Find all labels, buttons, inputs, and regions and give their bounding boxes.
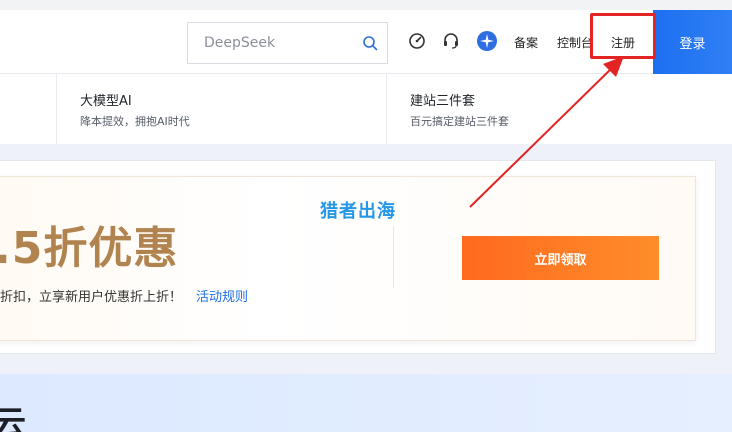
section-band bbox=[0, 374, 732, 432]
subnav-item-title: 大模型AI bbox=[80, 94, 132, 109]
subnav-item-desc: 降本提效，拥抱AI时代 bbox=[80, 115, 190, 128]
subnav-item-desc: 百元搞定建站三件套 bbox=[410, 115, 509, 128]
subnav-divider bbox=[386, 74, 387, 144]
promo-divider bbox=[393, 226, 394, 288]
watermark-text: 猎者出海 bbox=[320, 201, 396, 222]
promo-subtitle: 折扣，立享新用户优惠折上折！ bbox=[0, 290, 183, 305]
search-box[interactable] bbox=[187, 22, 388, 64]
page: 备案 控制台 注册 登录 大模型AI 降本提效，拥抱AI时代 建站三件套 百元搞… bbox=[0, 0, 732, 432]
activity-rules-link[interactable]: 活动规则 bbox=[196, 286, 248, 305]
beian-link[interactable]: 备案 bbox=[514, 34, 538, 51]
subnav-divider bbox=[56, 74, 57, 144]
brand-logo-icon[interactable] bbox=[476, 30, 498, 52]
dashboard-icon[interactable] bbox=[408, 32, 426, 50]
promo-headline: .5折优惠 bbox=[0, 223, 179, 274]
register-link[interactable]: 注册 bbox=[611, 34, 635, 51]
section-title: 云 bbox=[0, 404, 26, 432]
top-header: 备案 控制台 注册 登录 bbox=[0, 0, 732, 74]
search-icon[interactable] bbox=[362, 35, 378, 51]
console-link[interactable]: 控制台 bbox=[557, 34, 593, 51]
claim-now-button[interactable]: 立即领取 bbox=[462, 236, 659, 280]
headset-icon[interactable] bbox=[442, 32, 460, 50]
browser-top-strip bbox=[0, 0, 732, 10]
subnav-item-title: 建站三件套 bbox=[410, 94, 476, 109]
search-input[interactable] bbox=[188, 23, 358, 63]
sub-navigation: 大模型AI 降本提效，拥抱AI时代 建站三件套 百元搞定建站三件套 bbox=[0, 74, 732, 144]
login-button[interactable]: 登录 bbox=[653, 10, 732, 74]
